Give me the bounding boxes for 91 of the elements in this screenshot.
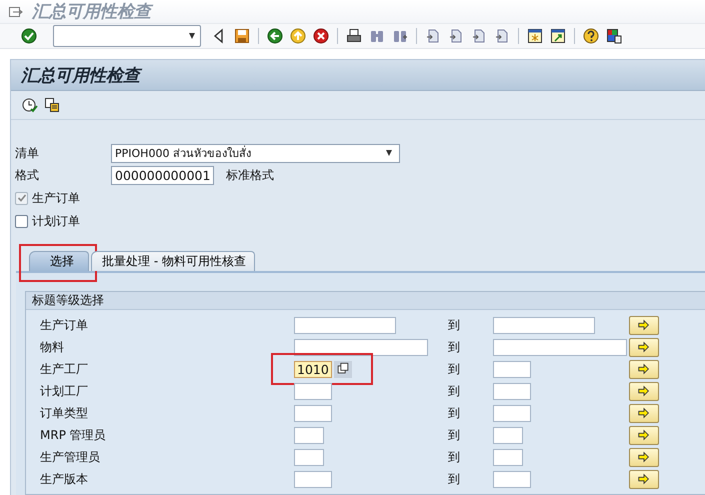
cancel-icon [313,28,329,44]
shortcut-icon [550,28,566,44]
cancel-button[interactable] [311,26,331,46]
field-label: 物料 [39,338,65,356]
tab[interactable]: 选择 [29,251,89,271]
arrow-right-icon [637,428,651,442]
arrow-right-icon [637,340,651,354]
input-field[interactable] [493,404,531,422]
input-field[interactable] [493,448,523,466]
exit-button[interactable] [288,26,308,46]
field-label: 到 [448,360,461,378]
window-title: 汇总可用性检查 [32,0,151,23]
back-icon [267,28,283,44]
save-button[interactable] [232,26,252,46]
tab[interactable]: 批量处理 - 物料可用性核查 [91,251,255,271]
multiple-selection-button[interactable] [629,448,659,466]
field-label: 到 [448,404,461,422]
input-field[interactable] [493,316,595,334]
input-field[interactable] [294,338,428,356]
input-field[interactable] [493,470,531,488]
checkbox-label: 计划订单 [32,212,80,230]
help-icon [583,28,599,44]
variant-button[interactable] [42,95,62,115]
field-label: 生产版本 [39,470,89,488]
layout-icon [606,28,622,44]
input-field[interactable] [294,470,332,488]
last-page-icon [494,28,510,44]
input-field[interactable] [294,404,332,422]
command-field[interactable] [53,25,201,47]
input-field[interactable] [294,316,396,334]
input-field[interactable]: 1010 [294,360,332,378]
save-icon [234,28,250,44]
multiple-selection-button[interactable] [629,382,659,400]
field-label: 生产订单 [39,316,89,334]
group-title: 标题等级选择 [26,292,705,310]
print-icon [346,28,362,44]
multiple-selection-button[interactable] [629,316,659,334]
multiple-selection-button[interactable] [629,360,659,378]
exit-icon [290,28,306,44]
screen-title: 汇总可用性检查 [21,64,140,86]
checkbox-label: 生产订单 [32,190,80,206]
multiple-selection-button[interactable] [629,404,659,422]
input-field[interactable] [294,426,324,444]
field-label: MRP 管理员 [39,426,107,444]
layout-button[interactable] [604,26,624,46]
back-button[interactable] [265,26,285,46]
enter-button[interactable] [19,26,39,46]
checkbox[interactable] [15,214,28,228]
arrow-right-icon [637,384,651,398]
arrow-right-icon [637,472,651,486]
field-label: 到 [448,470,461,488]
input-field[interactable] [294,448,324,466]
arrow-right-icon [637,362,651,376]
field-label: 到 [448,338,461,356]
new-session-button[interactable] [525,26,545,46]
multiple-selection-button[interactable] [629,470,659,488]
multiple-selection-button[interactable] [629,338,659,356]
arrow-right-icon [637,406,651,420]
input-field[interactable] [493,360,531,378]
arrow-right-icon [637,318,651,332]
field-label: 生产管理员 [39,448,101,466]
input-field[interactable] [493,426,523,444]
new-session-icon [527,28,543,44]
field-label: 到 [448,316,461,334]
help-button[interactable] [581,26,601,46]
field-label: 格式 [15,166,40,184]
field-label: 订单类型 [39,404,89,422]
first-page-icon [425,28,441,44]
field-label: 到 [448,448,461,466]
field-label: 计划工厂 [39,382,89,400]
input-field[interactable]: 000000000001 [111,166,214,184]
input-field[interactable] [493,382,531,400]
field-label: 到 [448,426,461,444]
dropdown-caret-icon [188,33,196,39]
field-label: 清单 [15,144,40,162]
dropdown-field[interactable]: PPIOH000 ส่วนหัวของใบสั่ง [111,144,400,162]
multiple-selection-button[interactable] [629,426,659,444]
field-label: 生产工厂 [39,360,89,378]
next-page-icon [471,28,487,44]
clock-check-icon [22,97,38,113]
copy-icon [44,97,60,113]
field-label: 到 [448,382,461,400]
dropdown-caret-icon [385,150,393,156]
field-description: 标准格式 [226,166,274,184]
arrow-right-icon [637,450,651,464]
shortcut-button[interactable] [548,26,568,46]
input-field[interactable] [493,338,627,356]
previous-page-icon [448,28,464,44]
enter-icon [21,28,37,44]
input-field[interactable] [294,382,332,400]
copy-icon[interactable] [336,362,350,376]
